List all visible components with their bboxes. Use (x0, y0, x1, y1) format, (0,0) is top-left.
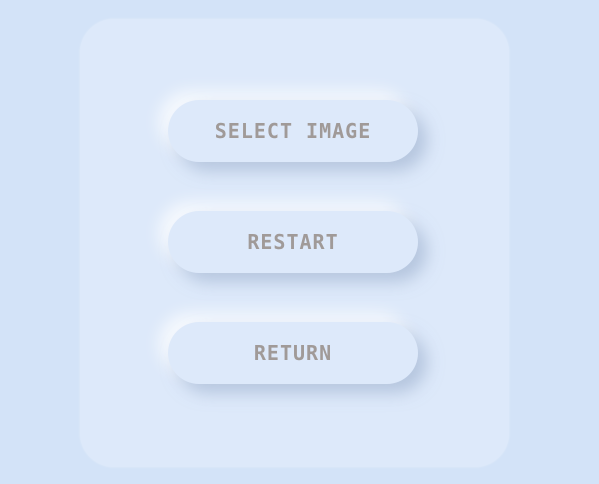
restart-button[interactable]: RESTART (168, 211, 418, 273)
select-image-button-label: SELECT IMAGE (214, 119, 372, 143)
return-button[interactable]: RETURN (168, 322, 418, 384)
return-button-label: RETURN (253, 341, 333, 365)
menu-panel: SELECT IMAGE RESTART RETURN (80, 19, 509, 467)
select-image-button[interactable]: SELECT IMAGE (168, 100, 418, 162)
restart-button-label: RESTART (247, 230, 339, 254)
